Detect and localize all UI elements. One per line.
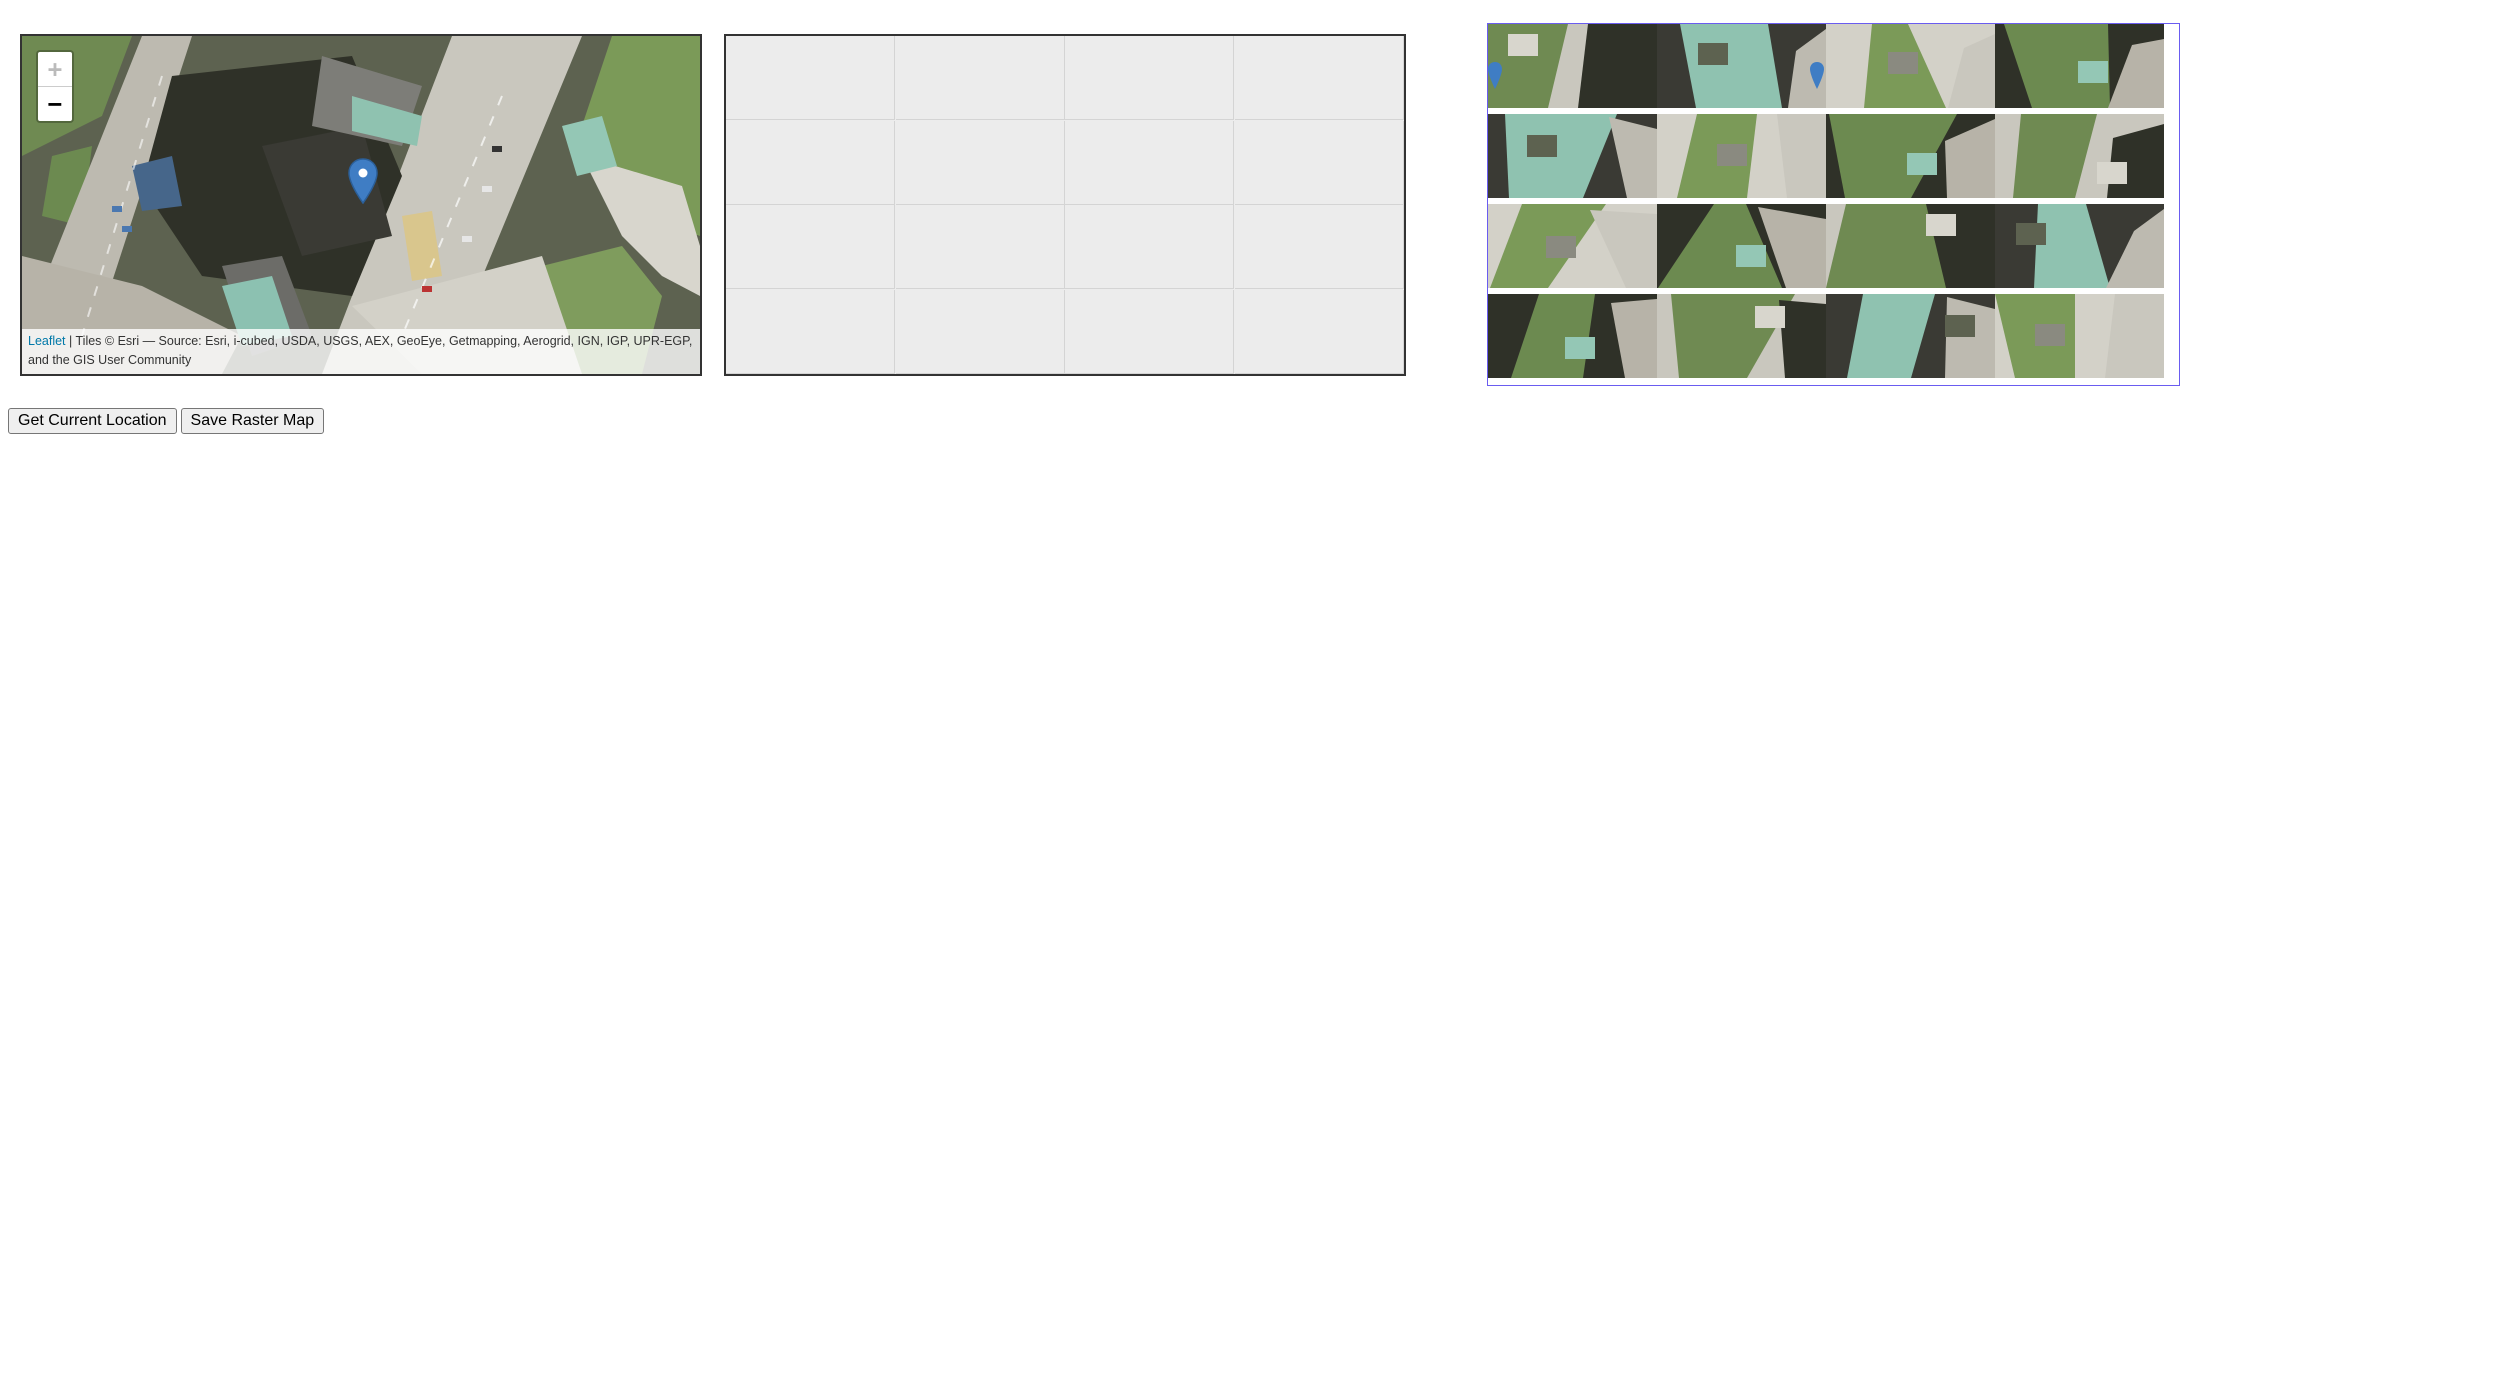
aerial-tile-image xyxy=(1488,114,1657,198)
raster-tile xyxy=(1995,294,2164,378)
raster-tile xyxy=(1657,114,1826,198)
grid-cell xyxy=(1065,120,1234,205)
raster-map-preview xyxy=(1487,23,2180,386)
raster-tile xyxy=(1488,204,1657,288)
map-attribution: Leaflet | Tiles © Esri — Source: Esri, i… xyxy=(22,329,700,374)
raster-tile xyxy=(1657,204,1826,288)
aerial-tile-image xyxy=(1995,114,2164,198)
grid-cell xyxy=(1234,120,1404,205)
grid-cell xyxy=(895,205,1065,289)
get-current-location-button[interactable]: Get Current Location xyxy=(8,408,177,434)
aerial-tile-image xyxy=(1657,204,1826,288)
grid-cell xyxy=(1065,36,1234,120)
raster-tile xyxy=(1995,24,2164,108)
aerial-tile-image xyxy=(1488,24,1657,108)
grid-cell xyxy=(1234,36,1404,120)
raster-tile xyxy=(1826,294,1995,378)
aerial-tile-image xyxy=(1657,114,1826,198)
map-marker-icon[interactable] xyxy=(348,158,378,204)
leaflet-map[interactable]: + − Leaflet | Tiles © Esri — Source: Esr… xyxy=(20,34,702,376)
grid-cell xyxy=(726,289,895,374)
map-marker-icon xyxy=(1810,62,1824,89)
aerial-tile-image xyxy=(1995,204,2164,288)
page: + − Leaflet | Tiles © Esri — Source: Esr… xyxy=(0,0,2496,1376)
raster-tile xyxy=(1995,114,2164,198)
satellite-imagery xyxy=(22,36,700,374)
empty-tile-grid xyxy=(724,34,1406,376)
raster-tile xyxy=(1657,294,1826,378)
raster-tile xyxy=(1488,24,1657,108)
grid-cell xyxy=(1065,205,1234,289)
aerial-tile-image xyxy=(1995,294,2164,378)
aerial-tile-image xyxy=(1995,24,2164,108)
zoom-control: + − xyxy=(36,50,74,123)
button-row: Get Current Location Save Raster Map xyxy=(8,408,325,434)
aerial-tile-image xyxy=(1826,114,1995,198)
zoom-out-button[interactable]: − xyxy=(38,86,72,121)
grid-cell xyxy=(1065,289,1234,374)
aerial-tile-image xyxy=(1488,204,1657,288)
grid-cell xyxy=(1234,289,1404,374)
aerial-tile-image xyxy=(1488,294,1657,378)
aerial-tile-image xyxy=(1657,24,1826,108)
aerial-tile-image xyxy=(1657,294,1826,378)
grid-cell xyxy=(726,205,895,289)
grid-cell xyxy=(895,120,1065,205)
aerial-tile-image xyxy=(1826,294,1995,378)
raster-tile xyxy=(1826,24,1995,108)
raster-tile xyxy=(1826,114,1995,198)
grid-cell xyxy=(895,289,1065,374)
raster-tile xyxy=(1826,204,1995,288)
grid-cell xyxy=(895,36,1065,120)
raster-tile xyxy=(1995,204,2164,288)
grid-cell xyxy=(1234,205,1404,289)
map-marker-icon xyxy=(1488,62,1502,89)
raster-tile xyxy=(1488,114,1657,198)
zoom-in-button[interactable]: + xyxy=(38,52,72,86)
raster-tile xyxy=(1657,24,1826,108)
raster-tile xyxy=(1488,294,1657,378)
grid-cell xyxy=(726,120,895,205)
attribution-text: | Tiles © Esri — Source: Esri, i-cubed, … xyxy=(28,334,693,367)
aerial-tile-image xyxy=(1826,24,1995,108)
aerial-tile-image xyxy=(1826,204,1995,288)
leaflet-link[interactable]: Leaflet xyxy=(28,334,66,348)
grid-cell xyxy=(726,36,895,120)
save-raster-map-button[interactable]: Save Raster Map xyxy=(180,408,325,434)
